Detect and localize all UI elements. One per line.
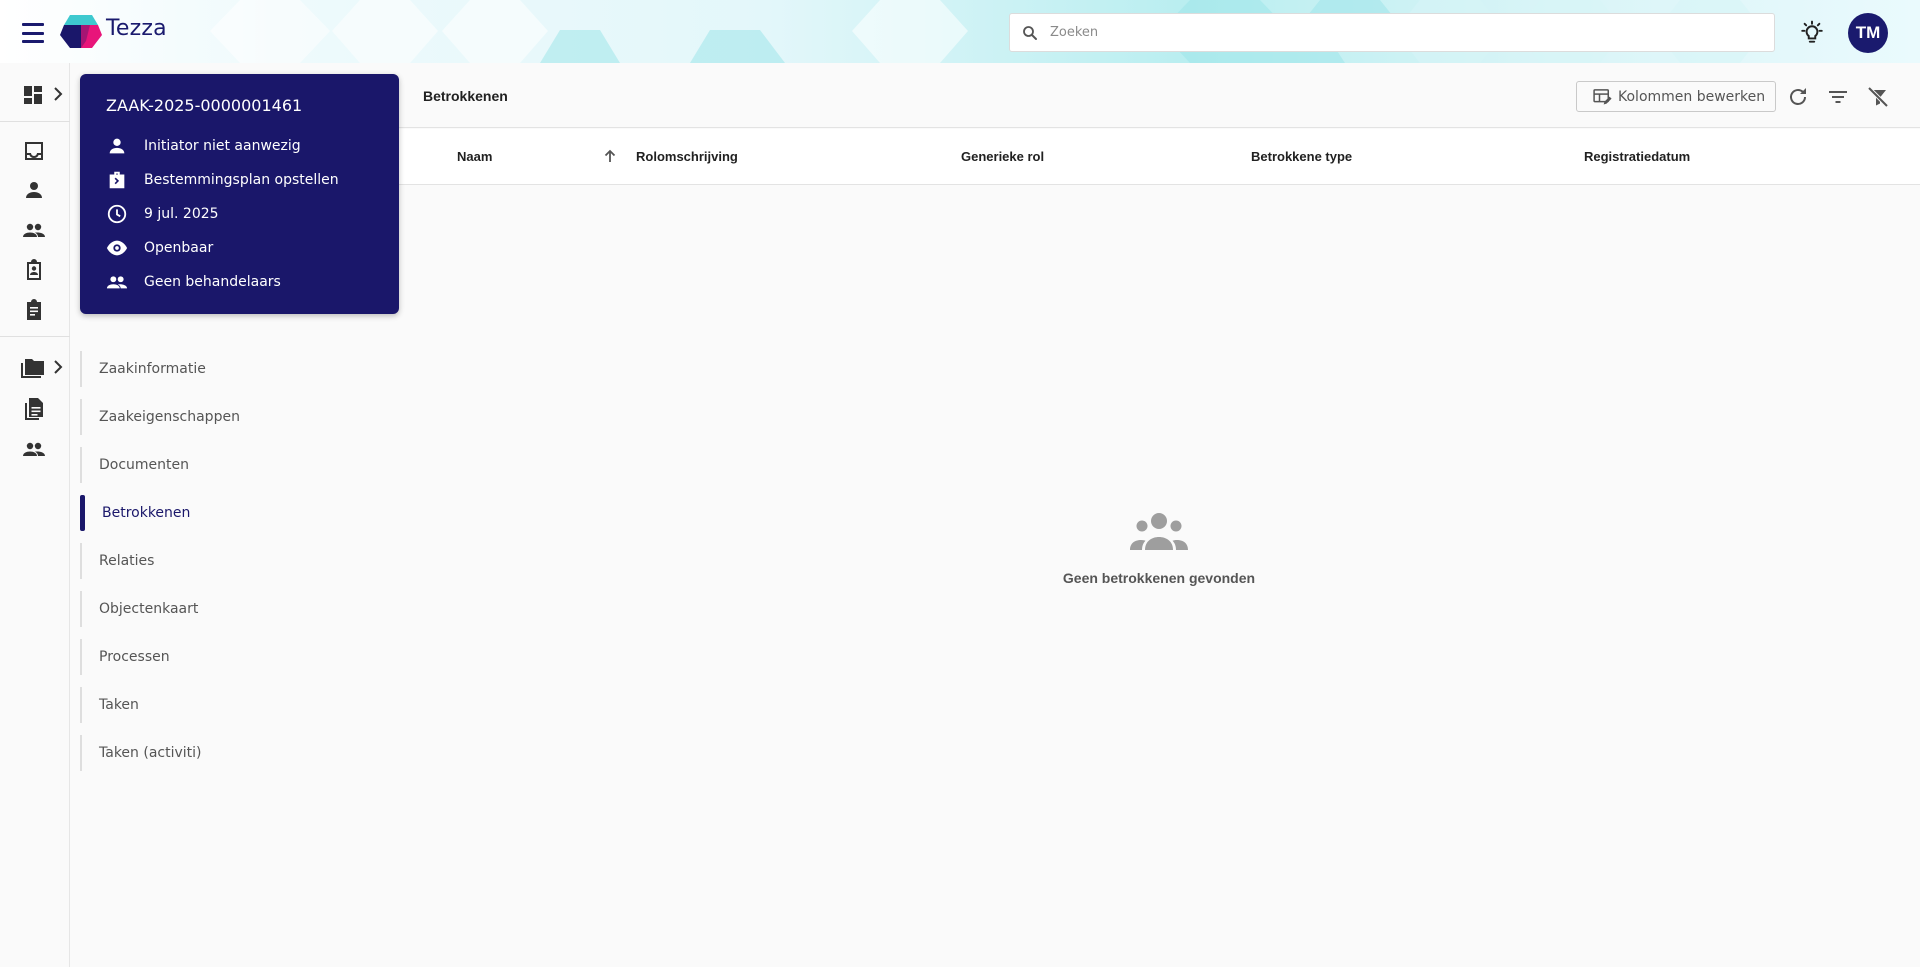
- edit-columns-button[interactable]: Kolommen bewerken: [1576, 81, 1776, 112]
- left-rail: [0, 63, 70, 967]
- dashboard-icon[interactable]: [21, 83, 45, 107]
- filter-off-icon[interactable]: [1866, 85, 1890, 109]
- subnav-item-taken[interactable]: Taken: [80, 681, 390, 729]
- menu-icon-bar: [22, 40, 44, 43]
- brand-name: Tezza: [106, 16, 167, 41]
- case-type-text: Bestemmingsplan opstellen: [144, 172, 339, 188]
- case-handlers: Geen behandelaars: [106, 265, 399, 299]
- clock-icon: [107, 204, 127, 224]
- case-subnav: Zaakinformatie Zaakeigenschappen Documen…: [80, 345, 390, 777]
- empty-message: Geen betrokkenen gevonden: [1062, 570, 1256, 586]
- rail-divider: [0, 336, 70, 337]
- search-icon: [1023, 25, 1037, 40]
- case-date: 9 jul. 2025: [106, 197, 399, 231]
- lightbulb-icon[interactable]: [1799, 20, 1825, 46]
- menu-button[interactable]: [19, 20, 47, 46]
- menu-icon-bar: [22, 23, 44, 26]
- inbox-icon[interactable]: [22, 139, 46, 163]
- case-handlers-text: Geen behandelaars: [144, 274, 281, 290]
- menu-icon-bar: [22, 31, 44, 35]
- case-date-text: 9 jul. 2025: [144, 206, 219, 222]
- empty-state: Geen betrokkenen gevonden: [399, 185, 1920, 967]
- column-header-betrokkene-type[interactable]: Betrokkene type: [1251, 149, 1352, 164]
- search-input[interactable]: [1050, 25, 1730, 40]
- case-id: ZAAK-2025-0000001461: [106, 96, 303, 115]
- filter-icon[interactable]: [1826, 85, 1850, 109]
- group-icon[interactable]: [22, 437, 46, 461]
- eye-icon: [106, 240, 128, 256]
- panel-title: Betrokkenen: [423, 88, 508, 104]
- chevron-right-icon[interactable]: [52, 87, 64, 101]
- people-group-icon: [1130, 513, 1188, 550]
- column-header-generieke-rol[interactable]: Generieke rol: [961, 149, 1044, 164]
- assignment-ind-icon[interactable]: [22, 258, 46, 282]
- case-summary-card: ZAAK-2025-0000001461 Initiator niet aanw…: [80, 74, 399, 314]
- subnav-item-taken-activiti[interactable]: Taken (activiti): [80, 729, 390, 777]
- subnav-item-zaakinformatie[interactable]: Zaakinformatie: [80, 345, 390, 393]
- edit-columns-label: Kolommen bewerken: [1618, 88, 1766, 105]
- subnav-item-processen[interactable]: Processen: [80, 633, 390, 681]
- subnav-item-documenten[interactable]: Documenten: [80, 441, 390, 489]
- group-icon[interactable]: [22, 218, 46, 242]
- rail-divider: [0, 121, 70, 122]
- search-bar[interactable]: [1009, 13, 1775, 52]
- sort-arrow-up-icon[interactable]: [602, 148, 618, 164]
- assignment-icon[interactable]: [22, 298, 46, 322]
- subnav-item-betrokkenen[interactable]: Betrokkenen: [80, 489, 390, 537]
- case-confidentiality: Openbaar: [106, 231, 399, 265]
- subnav-item-objectenkaart[interactable]: Objectenkaart: [80, 585, 390, 633]
- briefcase-icon: [109, 171, 125, 189]
- chevron-right-icon[interactable]: [52, 360, 64, 374]
- folders-icon[interactable]: [20, 356, 46, 380]
- person-icon[interactable]: [22, 178, 46, 202]
- subnav-item-relaties[interactable]: Relaties: [80, 537, 390, 585]
- table-edit-icon: [1593, 88, 1612, 104]
- case-confidentiality-text: Openbaar: [144, 240, 214, 256]
- case-type: Bestemmingsplan opstellen: [106, 163, 399, 197]
- case-initiator-text: Initiator niet aanwezig: [144, 138, 301, 154]
- column-header-rolomschrijving[interactable]: Rolomschrijving: [636, 149, 738, 164]
- documents-icon[interactable]: [22, 397, 46, 421]
- table-header: Naam Rolomschrijving Generieke rol Betro…: [399, 129, 1920, 185]
- people-icon: [106, 276, 128, 289]
- person-icon: [109, 138, 125, 154]
- column-header-naam[interactable]: Naam: [457, 149, 492, 164]
- panel-header: Betrokkenen Kolommen bewerken: [399, 74, 1920, 128]
- column-header-registratiedatum[interactable]: Registratiedatum: [1584, 149, 1690, 164]
- subnav-item-zaakeigenschappen[interactable]: Zaakeigenschappen: [80, 393, 390, 441]
- tezza-logo-icon[interactable]: [60, 13, 102, 49]
- refresh-icon[interactable]: [1786, 85, 1810, 109]
- top-bar: Tezza TM: [0, 0, 1920, 63]
- user-avatar[interactable]: TM: [1848, 13, 1888, 53]
- case-initiator: Initiator niet aanwezig: [106, 129, 399, 163]
